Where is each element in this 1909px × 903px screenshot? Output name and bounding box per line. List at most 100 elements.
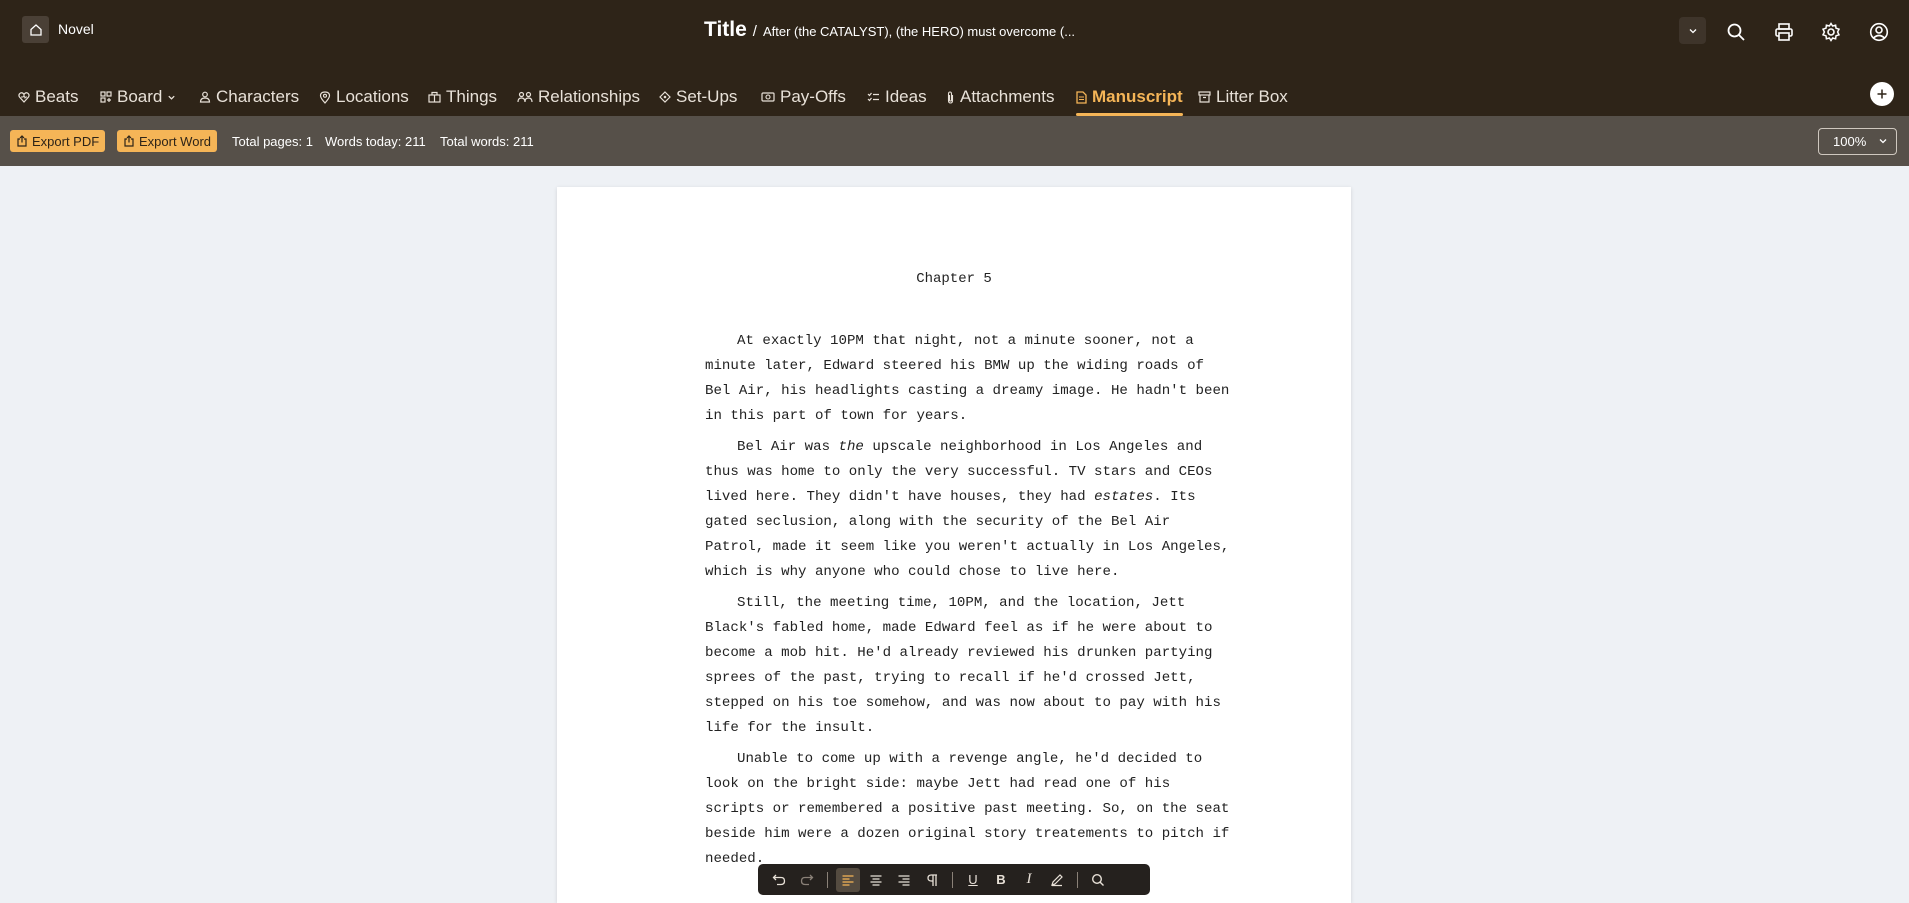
align-left-icon [842,874,854,886]
tab-pay-offs[interactable]: Pay-Offs [761,80,846,114]
redo-icon [800,874,814,885]
title-dropdown-button[interactable] [1679,17,1706,44]
document-title[interactable]: Title / After (the CATALYST), (the HERO)… [704,18,1075,42]
zoom-select[interactable]: 100% [1818,128,1897,155]
export-icon [17,135,27,147]
align-left-button[interactable] [836,867,860,892]
tab-characters[interactable]: Characters [199,80,299,114]
editor-format-toolbar: U B I [758,864,1150,895]
tab-label: Pay-Offs [780,87,846,106]
italic-button[interactable]: I [1017,868,1041,892]
location-pin-icon [319,90,331,104]
search-button[interactable] [1723,19,1749,45]
toolbar-divider [1077,871,1078,888]
align-center-button[interactable] [864,868,888,892]
manuscript-page[interactable]: Chapter 5 At exactly 10PM that night, no… [557,187,1351,903]
relationships-icon [517,91,533,103]
toolbar-divider [827,871,828,888]
plus-icon [1877,89,1887,99]
bold-button[interactable]: B [989,868,1013,892]
paperclip-icon [947,90,954,104]
archive-icon [1198,91,1211,103]
tab-set-ups[interactable]: Set-Ups [659,80,737,114]
printer-icon [1775,23,1793,41]
align-right-icon [898,874,910,886]
align-right-button[interactable] [892,868,916,892]
export-word-button[interactable]: Export Word [117,130,218,152]
underline-icon: U [968,872,978,887]
user-circle-icon [1869,22,1889,42]
export-icon [124,135,134,147]
chevron-down-icon [168,95,176,100]
undo-icon [772,874,786,885]
zoom-value: 100% [1833,134,1867,149]
tab-label: Characters [216,87,300,106]
account-button[interactable] [1866,19,1892,45]
bold-icon: B [996,872,1006,887]
print-button[interactable] [1771,19,1797,45]
undo-button[interactable] [767,868,791,892]
paragraph: Bel Air was the upscale neighborhood in … [705,439,1230,580]
tab-label: Attachments [960,87,1055,106]
pen-icon [1051,873,1063,886]
chevron-down-icon [1879,139,1887,144]
gear-icon [1821,22,1841,42]
manuscript-body[interactable]: At exactly 10PM that night, not a minute… [705,329,1235,878]
align-center-icon [870,874,882,886]
tab-relationships[interactable]: Relationships [517,80,640,114]
title-text: Title [704,18,747,41]
settings-button[interactable] [1818,19,1844,45]
search-icon [1727,23,1745,41]
beats-icon [18,92,30,103]
home-icon [29,23,42,36]
tab-locations[interactable]: Locations [319,80,409,114]
chevron-down-icon [1689,28,1696,33]
person-icon [199,91,211,103]
tab-label: Board [117,87,163,106]
tab-label: Manuscript [1092,87,1183,106]
tab-things[interactable]: Things [428,80,497,114]
pilcrow-icon [927,873,937,886]
main-nav: Beats Board Characters Locations Things … [0,80,1909,116]
tab-litter-box[interactable]: Litter Box [1198,80,1288,114]
title-separator: / [752,23,757,40]
document-icon [1076,90,1087,104]
tab-board[interactable]: Board [100,80,176,114]
tab-ideas[interactable]: Ideas [867,80,927,114]
italic-icon: I [1026,871,1032,887]
tab-label: Beats [35,87,79,106]
tab-label: Litter Box [1216,87,1288,106]
home-button[interactable] [22,16,49,43]
tab-attachments[interactable]: Attachments [946,80,1055,114]
add-button[interactable] [1870,82,1894,106]
paragraph: Unable to come up with a revenge angle, … [705,751,1230,867]
paragraph-button[interactable] [920,868,944,892]
export-pdf-button[interactable]: Export PDF [10,130,106,152]
total-pages-stat: Total pages: 1 [232,134,313,149]
words-today-stat: Words today: 211 [325,134,426,149]
ideas-icon [867,92,879,102]
tab-label: Things [446,87,498,106]
tab-beats[interactable]: Beats [18,80,78,114]
export-pdf-label: Export PDF [32,133,100,149]
tab-label: Relationships [538,87,641,106]
tab-label: Set-Ups [676,87,738,106]
tab-label: Ideas [885,87,927,106]
chapter-heading: Chapter 5 [916,271,992,287]
board-icon [100,91,112,103]
underline-button[interactable]: U [961,868,985,892]
redo-button[interactable] [795,868,819,892]
find-button[interactable] [1086,868,1110,892]
export-word-label: Export Word [139,133,212,149]
manuscript-toolbar: Export PDF Export Word Total pages: 1 Wo… [0,116,1909,166]
highlight-button[interactable] [1045,868,1069,892]
things-icon [428,91,441,103]
tab-manuscript[interactable]: Manuscript [1076,80,1183,116]
search-icon [1091,873,1104,886]
paragraph: Still, the meeting time, 10PM, and the l… [705,595,1221,736]
tab-label: Locations [336,87,409,106]
toolbar-divider [952,871,953,888]
top-header: Novel Title / After (the CATALYST), (the… [0,0,1909,116]
total-words-stat: Total words: 211 [440,134,534,149]
setup-icon [659,91,671,103]
